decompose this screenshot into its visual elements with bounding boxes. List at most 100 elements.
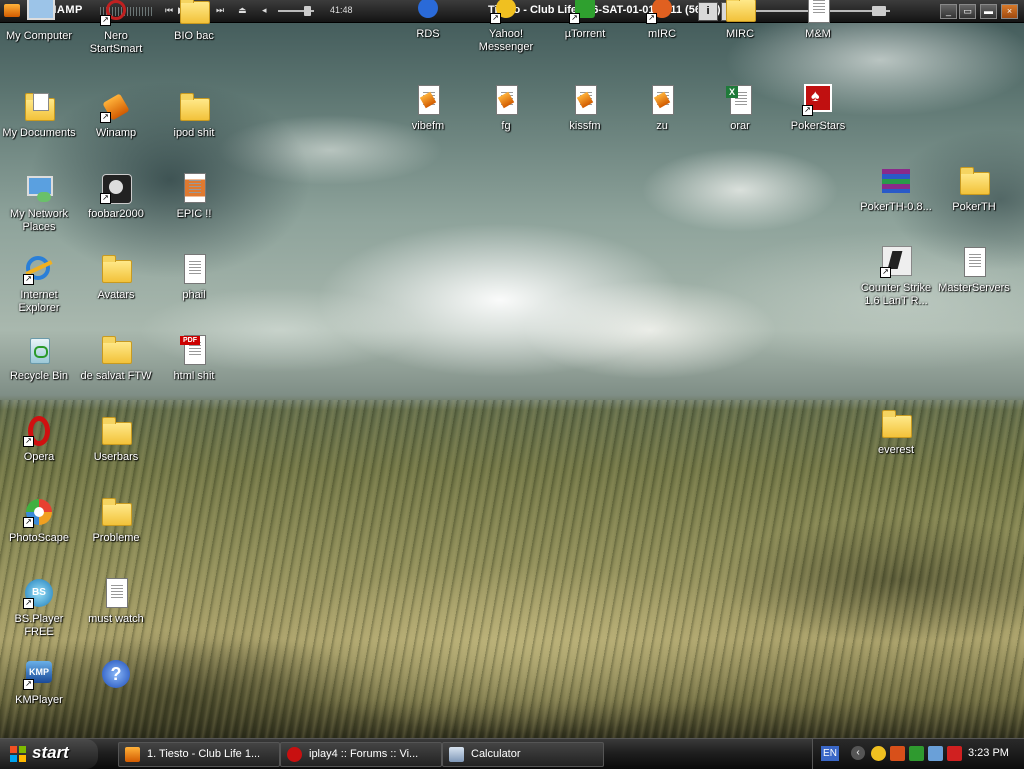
seek-knob[interactable] xyxy=(872,6,886,16)
desktop-icon[interactable]: ↗ mIRC xyxy=(623,0,701,62)
desktop-icon[interactable]: Avatars xyxy=(77,253,155,323)
desktop-icon[interactable]: MIRC xyxy=(701,0,779,62)
winamp-playlist-icon xyxy=(569,84,601,116)
desktop-icon[interactable]: everest xyxy=(857,408,935,478)
desktop-icon[interactable]: ipod shit xyxy=(155,91,233,161)
desktop-icon[interactable]: phail xyxy=(155,253,233,323)
desktop-icon[interactable]: zu xyxy=(623,84,701,154)
volume-knob[interactable] xyxy=(304,6,311,16)
desktop-icon[interactable]: must watch xyxy=(77,577,155,647)
restore-icon[interactable]: ▭ xyxy=(959,4,976,19)
desktop-icon-label: My Computer xyxy=(5,30,73,42)
desktop-icon[interactable]: EPIC !! xyxy=(155,172,233,242)
desktop-icon[interactable]: My Network Places xyxy=(0,172,78,242)
clock[interactable]: 3:23 PM xyxy=(968,747,1009,759)
desktop-icon[interactable]: ↗ Internet Explorer xyxy=(0,253,78,323)
desktop-icon-label: My Documents xyxy=(2,127,76,139)
shortcut-arrow-icon: ↗ xyxy=(490,13,501,24)
shortcut-arrow-icon: ↗ xyxy=(646,13,657,24)
desktop-icon-label: Yahoo! Messenger xyxy=(478,28,534,53)
shortcut-arrow-icon: ↗ xyxy=(23,436,34,447)
shade-icon[interactable]: ▬ xyxy=(980,4,997,19)
desktop-icon-label: de salvat FTW xyxy=(80,370,152,382)
antivirus-tray-icon[interactable] xyxy=(947,746,962,761)
desktop-icon-label: EPIC !! xyxy=(176,208,212,220)
desktop-icon-label: My Network Places xyxy=(9,208,69,233)
desktop-icon[interactable]: PokerTH xyxy=(935,165,1013,235)
desktop-icon[interactable]: BIO bac xyxy=(155,0,233,64)
shortcut-arrow-icon: ↗ xyxy=(569,13,580,24)
desktop-icon[interactable]: ↗ Nero StartSmart xyxy=(77,0,155,64)
taskbar-item-opera[interactable]: iplay4 :: Forums :: Vi... xyxy=(280,742,442,767)
desktop-icon-label: MIRC xyxy=(725,28,755,40)
speaker-icon: ◂ xyxy=(262,5,267,15)
desktop-icon[interactable]: Recycle Bin xyxy=(0,334,78,404)
elapsed-time: 41:48 xyxy=(330,5,353,15)
desktop-icon-label: Recycle Bin xyxy=(9,370,69,382)
desktop-icon[interactable]: de salvat FTW xyxy=(77,334,155,404)
desktop-icon[interactable]: PDF html shit xyxy=(155,334,233,404)
desktop-icon-label: µTorrent xyxy=(564,28,606,40)
desktop-icon[interactable]: ↗ Opera xyxy=(0,415,78,485)
show-hidden-icons-chevron[interactable]: ‹ xyxy=(851,746,865,760)
desktop-icon-label: MasterServers xyxy=(938,282,1010,294)
desktop-icon[interactable]: ↗ Counter Strike 1.6 LanT R... xyxy=(857,246,935,316)
desktop-icon[interactable]: M&M xyxy=(779,0,857,62)
desktop-icon[interactable]: ? xyxy=(77,658,155,728)
folder-icon xyxy=(100,415,132,447)
taskbar-item-winamp[interactable]: 1. Tiesto - Club Life 1... xyxy=(118,742,280,767)
text-file-icon xyxy=(178,253,210,285)
desktop-icon[interactable]: ↗ Winamp xyxy=(77,91,155,161)
desktop-icon[interactable]: ↗ foobar2000 xyxy=(77,172,155,242)
green-tray-icon[interactable] xyxy=(909,746,924,761)
shortcut-arrow-icon: ↗ xyxy=(23,517,34,528)
document-icon xyxy=(802,0,834,24)
desktop-icon[interactable]: BS ↗ BS.Player FREE xyxy=(0,577,78,647)
desktop-icon-label: vibefm xyxy=(411,120,445,132)
shortcut-arrow-icon: ↗ xyxy=(100,15,111,26)
desktop-icon-label: Winamp xyxy=(95,127,137,139)
shortcut-arrow-icon: ↗ xyxy=(100,193,111,204)
desktop-icon[interactable]: kissfm xyxy=(546,84,624,154)
desktop-icon-label: mIRC xyxy=(647,28,677,40)
shortcut-arrow-icon: ↗ xyxy=(23,274,34,285)
language-indicator[interactable]: EN xyxy=(821,746,839,761)
minimize-icon[interactable]: _ xyxy=(940,4,957,19)
rds-icon xyxy=(412,0,444,24)
desktop-icon[interactable]: PokerTH-0.8... xyxy=(857,165,935,235)
desktop-icon[interactable]: ♠ ↗ PokerStars xyxy=(779,84,857,154)
smiley-messenger-icon[interactable] xyxy=(871,746,886,761)
taskbar-item-calculator[interactable]: Calculator xyxy=(442,742,604,767)
close-icon[interactable]: × xyxy=(1001,4,1018,19)
desktop-icon[interactable]: MasterServers xyxy=(935,246,1013,316)
desktop-icon[interactable]: My Computer xyxy=(0,0,78,64)
desktop-icon-label: phail xyxy=(182,289,206,301)
desktop-icon[interactable]: Xorar xyxy=(701,84,779,154)
taskbar-item-label: Calculator xyxy=(471,748,521,760)
desktop-icon[interactable]: vibefm xyxy=(389,84,467,154)
desktop-icon-label: Opera xyxy=(23,451,55,463)
desktop-icon[interactable]: KMP ↗ KMPlayer xyxy=(0,658,78,728)
my-documents-icon xyxy=(23,91,55,123)
network-tray-icon[interactable] xyxy=(928,746,943,761)
folder-icon xyxy=(958,165,990,197)
desktop-icon[interactable]: ↗ PhotoScape xyxy=(0,496,78,566)
desktop-icon[interactable]: Probleme xyxy=(77,496,155,566)
winamp-icon: ↗ xyxy=(100,91,132,123)
desktop-icon[interactable]: RDS xyxy=(389,0,467,62)
counter-strike-icon: ↗ xyxy=(880,246,912,278)
desktop-icon[interactable]: Userbars xyxy=(77,415,155,485)
eject-icon[interactable]: ⏏ xyxy=(238,5,247,16)
desktop-icon[interactable]: fg xyxy=(467,84,545,154)
desktop-icon[interactable]: ↗ µTorrent xyxy=(546,0,624,62)
start-button[interactable]: start xyxy=(0,739,98,769)
nero-icon: ↗ xyxy=(100,0,132,26)
desktop-icon-label: Counter Strike 1.6 LanT R... xyxy=(860,282,932,307)
shortcut-arrow-icon: ↗ xyxy=(23,598,34,609)
excel-file-icon: X xyxy=(724,84,756,116)
foobar-icon: ↗ xyxy=(100,172,132,204)
desktop-icon-label: Probleme xyxy=(92,532,140,544)
utorrent-tray-icon[interactable] xyxy=(890,746,905,761)
desktop-icon[interactable]: My Documents xyxy=(0,91,78,161)
desktop-icon[interactable]: ↗ Yahoo! Messenger xyxy=(467,0,545,62)
